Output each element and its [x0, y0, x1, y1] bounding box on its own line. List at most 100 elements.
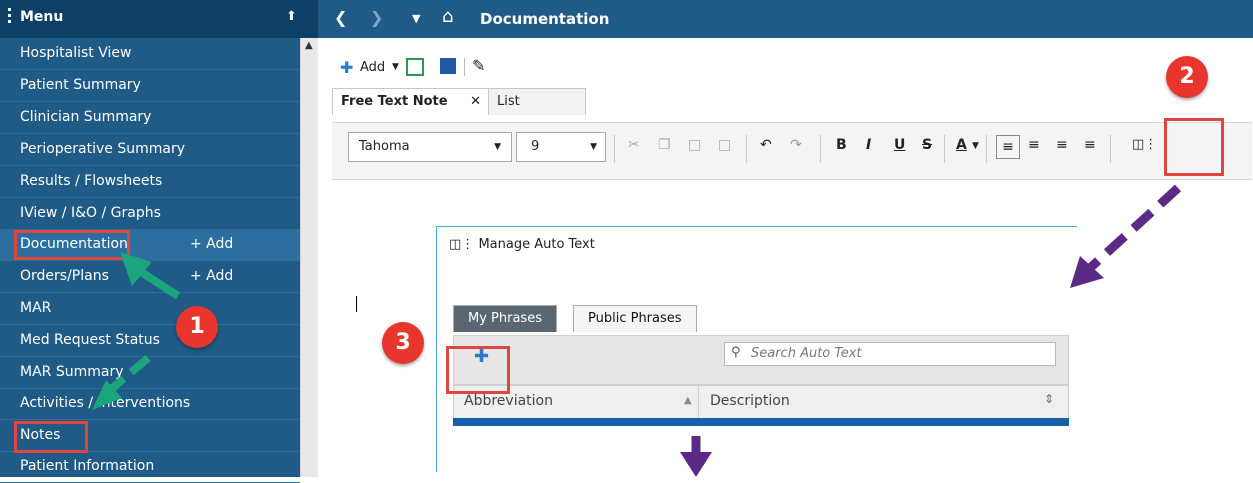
pin-icon[interactable]: ⬆ — [286, 9, 297, 24]
sidebar-item-mar-summary[interactable]: MAR Summary — [0, 357, 300, 389]
align-left-icon[interactable]: ≡ — [996, 135, 1020, 159]
tab-public-phrases[interactable]: Public Phrases — [573, 305, 697, 332]
font-color-dropdown-icon[interactable]: ▼ — [972, 141, 979, 151]
tab-list[interactable]: List — [488, 88, 586, 115]
align-center-icon[interactable]: ≡ — [1028, 137, 1040, 153]
sidebar-item-orders-plans[interactable]: Orders/Plans + Add — [0, 261, 300, 293]
sidebar-item-label: Perioperative Summary — [20, 141, 185, 157]
sidebar-header: Menu ⬆ — [0, 0, 318, 38]
sidebar-scrollbar[interactable]: ▲ — [300, 38, 319, 477]
scroll-up-icon[interactable]: ▲ — [305, 40, 313, 51]
sidebar-item-patient-information[interactable]: Patient Information — [0, 451, 300, 483]
chevron-down-icon: ▼ — [590, 142, 597, 152]
toolbar-separator — [820, 135, 821, 163]
sidebar-item-label: Hospitalist View — [20, 45, 132, 61]
sidebar-item-iview[interactable]: IView / I&O / Graphs — [0, 198, 300, 230]
panel-title-text: Manage Auto Text — [478, 237, 595, 252]
highlight-add-phrase — [446, 346, 510, 394]
select-template-icon[interactable] — [406, 58, 424, 76]
documentation-content: ✚ Add ▼ ✎ Free Text Note ✕ List Tahoma ▼… — [318, 38, 1253, 477]
sidebar-item-hospitalist-view[interactable]: Hospitalist View — [0, 38, 300, 70]
italic-icon[interactable]: I — [866, 137, 871, 153]
tab-my-phrases[interactable]: My Phrases — [453, 305, 557, 332]
highlight-documentation — [14, 230, 130, 260]
documentation-add-button[interactable]: + Add — [190, 229, 233, 260]
forward-icon[interactable]: ❯ — [370, 8, 383, 27]
text-cursor — [356, 296, 357, 312]
toolbar-separator — [746, 135, 747, 163]
sidebar-item-label: IView / I&O / Graphs — [20, 205, 161, 221]
history-dropdown-icon[interactable]: ▼ — [412, 12, 420, 25]
sidebar-item-patient-summary[interactable]: Patient Summary — [0, 70, 300, 102]
add-plus-icon[interactable]: ✚ — [340, 58, 353, 77]
home-icon[interactable]: ⌂ — [442, 6, 453, 27]
sidebar-item-label: Patient Information — [20, 458, 155, 474]
add-dropdown-icon[interactable]: ▼ — [392, 62, 399, 72]
back-icon[interactable]: ❮ — [334, 8, 347, 27]
sidebar-item-label: Clinician Summary — [20, 109, 152, 125]
sidebar-item-label: Med Request Status — [20, 332, 160, 348]
page-title: Documentation — [480, 10, 610, 28]
copy-icon[interactable]: ❐ — [658, 137, 671, 153]
sidebar-item-results-flowsheets[interactable]: Results / Flowsheets — [0, 166, 300, 198]
font-color-icon[interactable]: A — [956, 137, 967, 153]
sidebar-item-label: Activities / Interventions — [20, 395, 191, 411]
underline-icon[interactable]: U — [894, 137, 905, 153]
sidebar-title: Menu — [20, 9, 64, 25]
column-abbreviation[interactable]: Abbreviation — [464, 393, 553, 409]
phrases-grid-header: Abbreviation ▲ Description ⇕ — [453, 385, 1069, 419]
sidebar-item-mar[interactable]: MAR — [0, 293, 300, 325]
selected-row[interactable] — [453, 418, 1069, 426]
column-description[interactable]: Description — [710, 393, 790, 409]
phrase-toolbar: ✚ ⚲ Search Auto Text — [453, 335, 1069, 385]
sidebar-item-perioperative-summary[interactable]: Perioperative Summary — [0, 134, 300, 166]
tab-free-text-note[interactable]: Free Text Note ✕ — [332, 88, 490, 115]
justify-icon[interactable]: ≡ — [1084, 137, 1096, 153]
sort-icon[interactable]: ⇕ — [1044, 392, 1054, 406]
sidebar-item-label: MAR Summary — [20, 364, 124, 380]
add-button[interactable]: Add — [360, 60, 385, 75]
sidebar-item-label: Results / Flowsheets — [20, 173, 163, 189]
cut-icon[interactable]: ✂ — [628, 137, 640, 153]
toolbar-separator — [614, 135, 615, 163]
panel-title: ◫⋮ Manage Auto Text — [449, 237, 595, 252]
search-auto-text-input[interactable]: ⚲ Search Auto Text — [724, 342, 1056, 366]
sidebar-item-label: MAR — [20, 300, 52, 316]
callout-badge-2: 2 — [1166, 56, 1208, 98]
orders-add-button[interactable]: + Add — [190, 261, 233, 292]
save-icon[interactable] — [440, 58, 456, 74]
menu-dots-icon — [8, 8, 12, 28]
align-right-icon[interactable]: ≡ — [1056, 137, 1068, 153]
strikethrough-icon[interactable]: S — [922, 137, 932, 153]
manage-auto-text-icon[interactable]: ◫⋮ — [1132, 137, 1157, 152]
sidebar-item-med-request-status[interactable]: Med Request Status — [0, 325, 300, 357]
callout-badge-3: 3 — [382, 322, 424, 364]
sidebar-item-label: Orders/Plans — [20, 268, 109, 284]
close-tab-icon[interactable]: ✕ — [470, 89, 481, 115]
sort-ascending-icon[interactable]: ▲ — [684, 395, 692, 406]
column-divider — [698, 386, 699, 418]
top-navigation-bar: ❮ ❯ ▼ ⌂ Documentation — [318, 0, 1253, 38]
manage-auto-text-panel: ◫⋮ Manage Auto Text My Phrases Public Ph… — [436, 226, 1077, 472]
sidebar-item-clinician-summary[interactable]: Clinician Summary — [0, 102, 300, 134]
toolbar-separator — [944, 135, 945, 163]
search-icon: ⚲ — [731, 345, 741, 360]
sidebar-item-label: Patient Summary — [20, 77, 141, 93]
highlight-manage-auto-text — [1164, 118, 1224, 176]
bold-icon[interactable]: B — [836, 137, 847, 153]
undo-icon[interactable]: ↶ — [760, 137, 772, 153]
font-family-select[interactable]: Tahoma ▼ — [348, 132, 512, 162]
font-size-select[interactable]: 9 ▼ — [516, 132, 606, 162]
chevron-down-icon: ▼ — [494, 142, 501, 152]
paste-icon[interactable]: □ — [688, 137, 701, 153]
paste-special-icon[interactable]: □ — [718, 137, 731, 153]
callout-badge-1: 1 — [176, 306, 218, 348]
toolbar-separator — [464, 58, 465, 76]
highlight-notes — [14, 421, 88, 453]
font-family-value: Tahoma — [359, 139, 410, 154]
toolbar-separator — [1110, 135, 1111, 163]
font-size-value: 9 — [531, 139, 540, 154]
sign-icon[interactable]: ✎ — [472, 56, 485, 75]
sidebar-item-activities-interventions[interactable]: Activities / Interventions — [0, 388, 300, 420]
redo-icon[interactable]: ↷ — [790, 137, 802, 153]
